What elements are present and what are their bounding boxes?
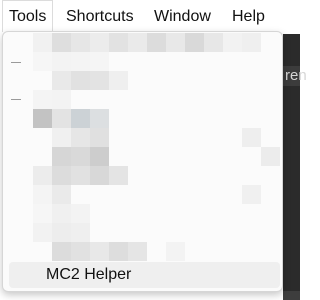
menu-help[interactable]: Help	[232, 7, 265, 27]
editor-tab-text: ren	[285, 67, 307, 84]
tools-dropdown-menu: MC2 Helper	[2, 31, 283, 292]
editor-bottom-strip	[283, 291, 300, 300]
editor-background: ren	[283, 34, 307, 300]
menu-shortcuts[interactable]: Shortcuts	[66, 7, 134, 27]
menu-tools[interactable]: Tools	[2, 0, 54, 32]
menu-separator	[11, 62, 21, 63]
menu-item-mc2-helper[interactable]: MC2 Helper	[9, 262, 280, 288]
menu-window[interactable]: Window	[154, 7, 211, 27]
menu-bar: Tools Shortcuts Window Help	[0, 0, 300, 34]
menu-separator	[11, 99, 21, 100]
